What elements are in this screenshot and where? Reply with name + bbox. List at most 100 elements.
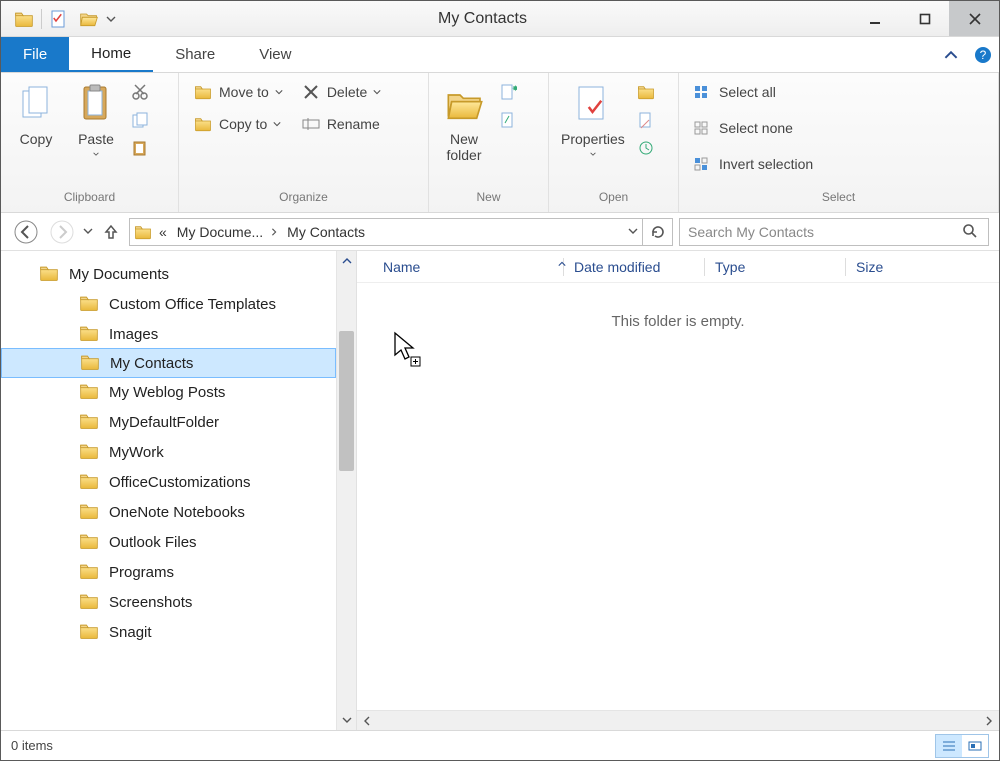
tree-item[interactable]: Images [1, 319, 336, 349]
scroll-track[interactable] [337, 271, 356, 710]
empty-folder-message: This folder is empty. [357, 313, 999, 330]
qat-properties-icon[interactable] [46, 6, 72, 32]
tree-item[interactable]: OfficeCustomizations [1, 467, 336, 497]
paste-button[interactable]: Paste [69, 79, 123, 161]
breadcrumb-arrow[interactable] [270, 227, 280, 237]
group-select: Select all Select none Invert selection … [679, 73, 999, 212]
invert-selection-button[interactable]: Invert selection [687, 151, 819, 177]
search-icon[interactable] [962, 223, 980, 241]
tree-item[interactable]: Custom Office Templates [1, 289, 336, 319]
forward-button[interactable] [47, 217, 77, 247]
easy-access-icon[interactable] [499, 111, 519, 131]
search-box[interactable]: Search My Contacts [679, 218, 989, 246]
tree-item[interactable]: Snagit [1, 617, 336, 647]
folder-icon [79, 531, 101, 553]
tab-view[interactable]: View [237, 37, 313, 72]
cursor-icon [393, 331, 423, 372]
file-list[interactable]: This folder is empty. [357, 283, 999, 710]
move-to-button[interactable]: Move to [187, 79, 289, 105]
delete-button[interactable]: Delete [295, 79, 387, 105]
content-pane: Name Date modified Type Size This folder… [357, 251, 999, 730]
breadcrumb-part-2[interactable]: My Contacts [284, 224, 368, 240]
properties-button[interactable]: Properties [557, 79, 629, 161]
content-hscrollbar[interactable] [357, 710, 999, 730]
tree-item[interactable]: My Contacts [1, 348, 336, 378]
close-button[interactable] [949, 1, 999, 36]
window-title: My Contacts [116, 10, 849, 28]
qat-customize-caret[interactable] [106, 14, 116, 24]
new-item-icon[interactable]: ✸ [499, 83, 519, 103]
maximize-button[interactable] [899, 1, 949, 36]
invert-selection-icon [693, 154, 713, 174]
tree-scrollbar[interactable] [336, 251, 356, 730]
copy-path-icon[interactable] [131, 111, 151, 131]
tree-item[interactable]: MyDefaultFolder [1, 407, 336, 437]
folder-icon [80, 352, 102, 374]
back-button[interactable] [11, 217, 41, 247]
tree-item[interactable]: OneNote Notebooks [1, 497, 336, 527]
minimize-button[interactable] [849, 1, 899, 36]
scroll-down-icon[interactable] [337, 710, 356, 730]
new-folder-icon [442, 83, 486, 127]
tab-file[interactable]: File [1, 37, 69, 72]
col-name[interactable]: Name [373, 259, 563, 275]
quick-access-toolbar [1, 6, 116, 32]
folder-icon [79, 591, 101, 613]
scroll-left-icon[interactable] [357, 716, 377, 726]
select-all-button[interactable]: Select all [687, 79, 819, 105]
col-size[interactable]: Size [846, 259, 906, 275]
copy-to-button[interactable]: Copy to [187, 111, 289, 137]
col-date[interactable]: Date modified [564, 259, 704, 275]
address-bar[interactable]: « My Docume... My Contacts [129, 218, 643, 246]
open-icon[interactable] [637, 83, 657, 103]
folder-icon [79, 501, 101, 523]
tree-item[interactable]: Programs [1, 557, 336, 587]
folder-icon [79, 441, 101, 463]
folder-icon [79, 621, 101, 643]
select-none-button[interactable]: Select none [687, 115, 819, 141]
scroll-right-icon[interactable] [979, 716, 999, 726]
scroll-thumb[interactable] [339, 331, 354, 471]
status-item-count: 0 items [11, 738, 53, 753]
app-icon [11, 6, 37, 32]
tree-item[interactable]: MyWork [1, 437, 336, 467]
ribbon-collapse-button[interactable] [935, 37, 967, 72]
help-button[interactable] [967, 37, 999, 72]
qat-newfolder-icon[interactable] [76, 6, 102, 32]
tree-item-label: My Contacts [110, 355, 193, 372]
tree-item[interactable]: Screenshots [1, 587, 336, 617]
copy-icon [14, 83, 58, 127]
folder-icon [79, 471, 101, 493]
tree-item-label: OneNote Notebooks [109, 504, 245, 521]
tree-item[interactable]: Outlook Files [1, 527, 336, 557]
tab-share[interactable]: Share [153, 37, 237, 72]
col-type[interactable]: Type [705, 259, 845, 275]
tree-scroll[interactable]: My DocumentsCustom Office TemplatesImage… [1, 251, 336, 730]
refresh-button[interactable] [643, 218, 673, 246]
new-folder-button[interactable]: Newfolder [437, 79, 491, 167]
tree-item[interactable]: My Weblog Posts [1, 377, 336, 407]
breadcrumb-part-1[interactable]: My Docume... [174, 224, 266, 240]
status-bar: 0 items [1, 730, 999, 760]
icons-view-button[interactable] [962, 735, 988, 757]
up-button[interactable] [99, 217, 123, 247]
scroll-up-icon[interactable] [337, 251, 356, 271]
rename-button[interactable]: Rename [295, 111, 387, 137]
paste-icon [74, 83, 118, 127]
history-icon[interactable] [637, 139, 657, 159]
recent-locations-caret[interactable] [83, 223, 93, 241]
chevron-down-icon [588, 151, 598, 157]
paste-shortcut-icon[interactable] [131, 139, 151, 159]
svg-text:✸: ✸ [512, 84, 517, 93]
cut-icon[interactable] [131, 83, 151, 103]
tree-item-label: Snagit [109, 624, 152, 641]
details-view-button[interactable] [936, 735, 962, 757]
address-dropdown-caret[interactable] [628, 223, 638, 241]
folder-icon [79, 381, 101, 403]
copy-button[interactable]: Copy [9, 79, 63, 151]
group-label-organize: Organize [179, 190, 428, 212]
tab-home[interactable]: Home [69, 37, 153, 72]
window-controls [849, 1, 999, 36]
tree-item[interactable]: My Documents [1, 259, 336, 289]
edit-icon[interactable] [637, 111, 657, 131]
